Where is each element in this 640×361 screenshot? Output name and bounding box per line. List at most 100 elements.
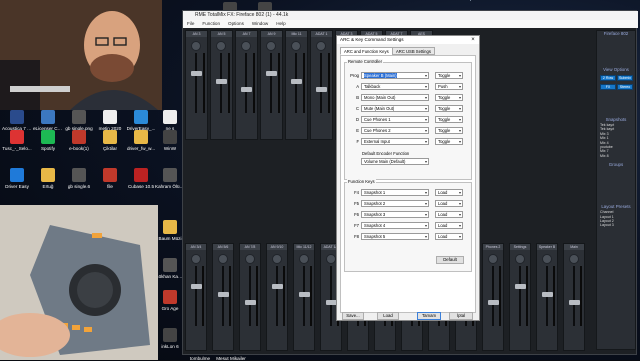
fader-handle[interactable] xyxy=(569,300,580,305)
tab-arc-function-keys[interactable]: ARC and Function Keys xyxy=(340,47,393,55)
channel-strip[interactable]: Settings xyxy=(509,243,531,351)
gain-knob[interactable] xyxy=(272,254,282,264)
snapshot-item[interactable]: Mix 8 xyxy=(597,154,635,158)
remote-mode-select[interactable]: Toggle ▾ xyxy=(435,105,463,112)
channel-strip[interactable]: Main xyxy=(563,243,585,351)
function-key-action-select[interactable]: Load ▾ xyxy=(435,233,463,240)
channel-strip[interactable]: AN 5 xyxy=(210,30,233,140)
gain-knob[interactable] xyxy=(241,41,251,51)
remote-mode-select[interactable]: Toggle ▾ xyxy=(435,127,463,134)
gain-knob[interactable] xyxy=(218,254,228,264)
tab-arc-usb-settings[interactable]: ARC USB Settings xyxy=(392,47,435,55)
encoder-function-select[interactable]: Volume Main (Default) ▾ xyxy=(361,158,429,165)
fader-handle[interactable] xyxy=(291,79,302,84)
channel-strip[interactable]: AN 7 xyxy=(235,30,258,140)
ok-button[interactable]: Tamam xyxy=(417,312,441,320)
layout-preset-item[interactable]: Layout 3 xyxy=(597,223,635,227)
gain-knob[interactable] xyxy=(216,41,226,51)
remote-function-select[interactable]: Cue Phones 1 ▾ xyxy=(361,116,429,123)
remote-mode-select[interactable]: Toggle ▾ xyxy=(435,94,463,101)
desktop-icon[interactable]: inkLon 6 xyxy=(155,328,185,349)
fader-handle[interactable] xyxy=(245,300,256,305)
view-option-button[interactable]: FX xyxy=(600,84,616,90)
channel-strip[interactable]: Mic 11 xyxy=(285,30,308,140)
desktop-icon[interactable]: Baum Müzi xyxy=(155,220,185,241)
load-button[interactable]: Load xyxy=(377,312,399,320)
function-key-action-select[interactable]: Load ▾ xyxy=(435,222,463,229)
remote-function-select[interactable]: Speaker B (Main) ▾ xyxy=(361,72,429,79)
gain-knob[interactable] xyxy=(326,254,336,264)
gain-knob[interactable] xyxy=(488,254,498,264)
desktop-icon[interactable]: Çiktilar xyxy=(95,130,125,151)
fader-handle[interactable] xyxy=(299,292,310,297)
function-key-select[interactable]: Snapshot 1 ▾ xyxy=(361,189,429,196)
fader-handle[interactable] xyxy=(266,71,277,76)
default-button[interactable]: Default xyxy=(436,256,464,264)
fader-handle[interactable] xyxy=(515,284,526,289)
channel-strip[interactable]: AN 5/6 xyxy=(212,243,234,351)
fader-track[interactable] xyxy=(573,266,575,326)
channel-strip[interactable]: AN 9/10 xyxy=(266,243,288,351)
gain-knob[interactable] xyxy=(191,41,201,51)
desktop-icon[interactable]: Gro Age xyxy=(155,290,185,311)
desktop-icon[interactable]: Tusc_-_Selo... xyxy=(2,130,32,151)
desktop-icon[interactable]: Spotify xyxy=(33,130,63,151)
remote-function-select[interactable]: Talkback ▾ xyxy=(361,83,429,90)
channel-strip[interactable]: Mic 11/12 xyxy=(293,243,315,351)
channel-strip[interactable]: Speaker B xyxy=(536,243,558,351)
gain-knob[interactable] xyxy=(316,41,326,51)
desktop-icon[interactable]: Ertuğ xyxy=(33,168,63,189)
channel-strip[interactable]: AN 7/8 xyxy=(239,243,261,351)
fader-track[interactable] xyxy=(330,266,332,326)
view-option-button[interactable]: Stereo xyxy=(617,84,633,90)
desktop-icon[interactable]: gb single.png xyxy=(64,110,94,131)
desktop-icon[interactable]: ne s xyxy=(155,110,185,131)
menu-item-function[interactable]: Function xyxy=(202,21,220,26)
fader-handle[interactable] xyxy=(488,300,499,305)
fader-track[interactable] xyxy=(195,53,197,113)
function-key-select[interactable]: Snapshot 2 ▾ xyxy=(361,200,429,207)
function-key-action-select[interactable]: Load ▾ xyxy=(435,189,463,196)
desktop-icon[interactable]: Gökhan Kahram xyxy=(155,258,185,279)
remote-function-select[interactable]: Mono (Main Out) ▾ xyxy=(361,94,429,101)
desktop-icon[interactable]: e-book(1) xyxy=(64,130,94,151)
menu-item-options[interactable]: Options xyxy=(228,21,244,26)
menu-item-help[interactable]: Help xyxy=(276,21,285,26)
function-key-select[interactable]: Snapshot 3 ▾ xyxy=(361,211,429,218)
desktop-icon[interactable]: driver_fw_w... xyxy=(126,130,156,151)
gain-knob[interactable] xyxy=(515,254,525,264)
gain-knob[interactable] xyxy=(266,41,276,51)
gain-knob[interactable] xyxy=(291,41,301,51)
desktop-icon[interactable]: file xyxy=(95,168,125,189)
remote-mode-select[interactable]: Toggle ▾ xyxy=(435,116,463,123)
function-key-action-select[interactable]: Load ▾ xyxy=(435,211,463,218)
fader-track[interactable] xyxy=(249,266,251,326)
fader-handle[interactable] xyxy=(191,284,202,289)
gain-knob[interactable] xyxy=(569,254,579,264)
fader-handle[interactable] xyxy=(218,292,229,297)
gain-knob[interactable] xyxy=(191,254,201,264)
menu-item-window[interactable]: Window xyxy=(252,21,268,26)
channel-strip[interactable]: Phones 2 xyxy=(482,243,504,351)
remote-mode-select[interactable]: Push ▾ xyxy=(435,83,463,90)
cancel-button[interactable]: İptal xyxy=(449,312,473,320)
desktop-icon[interactable]: Cubase 10.5 xyxy=(126,168,156,189)
function-key-select[interactable]: Snapshot 5 ▾ xyxy=(361,233,429,240)
remote-mode-select[interactable]: Toggle ▾ xyxy=(435,138,463,145)
desktop-icon[interactable]: Driver Easy xyxy=(2,168,32,189)
save-button[interactable]: Save... xyxy=(342,312,364,320)
desktop-icon[interactable]: Acoustica 7 - 64 Bit xyxy=(2,110,32,131)
gain-knob[interactable] xyxy=(245,254,255,264)
fader-handle[interactable] xyxy=(191,71,202,76)
remote-function-select[interactable]: Cue Phones 2 ▾ xyxy=(361,127,429,134)
remote-mode-select[interactable]: Toggle ▾ xyxy=(435,72,463,79)
close-icon[interactable]: × xyxy=(469,36,477,44)
desktop-icon[interactable]: gb single.6 xyxy=(64,168,94,189)
fader-track[interactable] xyxy=(492,266,494,326)
fader-track[interactable] xyxy=(519,266,521,326)
desktop-icon[interactable]: Kahram Ölüms xyxy=(155,168,185,189)
view-option-button[interactable]: 2 Row xyxy=(600,75,616,81)
view-option-button[interactable]: Submix xyxy=(617,75,633,81)
fader-track[interactable] xyxy=(320,53,322,113)
desktop-icon[interactable]: metin 2020 xyxy=(95,110,125,131)
